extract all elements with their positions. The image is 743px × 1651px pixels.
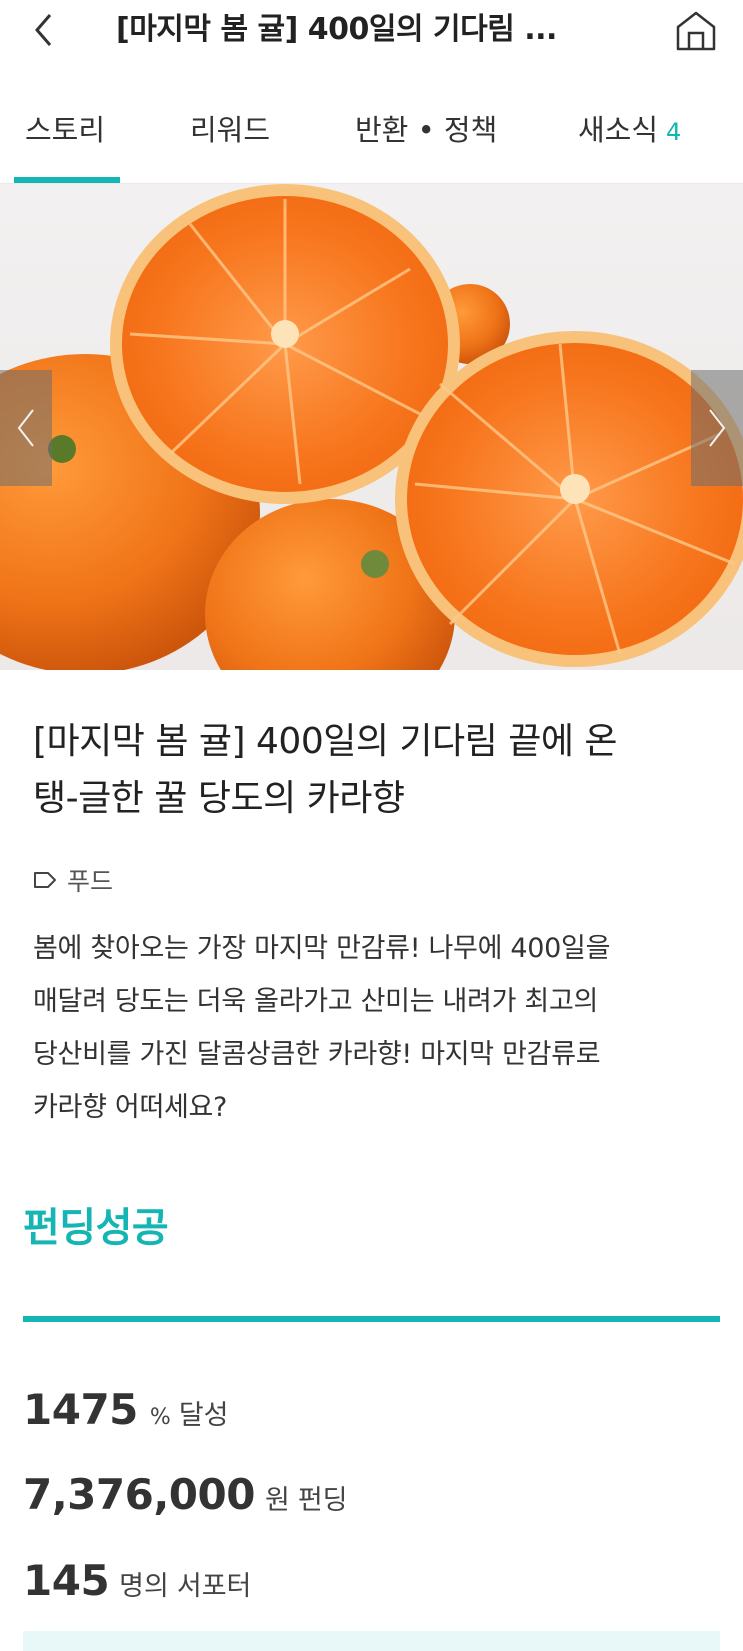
tab-label: 새소식 xyxy=(578,113,659,147)
oranges-photo xyxy=(0,184,743,670)
description-line: 당산비를 가진 달콤상큼한 카라향! 마지막 만감류로 xyxy=(33,1039,601,1070)
project-title-line: 탱-글한 꿀 당도의 카라향 xyxy=(33,778,405,819)
chevron-left-icon xyxy=(17,409,34,447)
supporters-suffix: 서포터 xyxy=(176,1571,252,1602)
back-button[interactable] xyxy=(22,8,66,52)
description-line: 카라향 어떠세요? xyxy=(33,1092,228,1123)
funding-progress-fill xyxy=(23,1316,720,1322)
tab-story[interactable]: 스토리 xyxy=(25,110,105,150)
category-label: 푸드 xyxy=(67,867,114,896)
percent-suffix: 달성 xyxy=(178,1400,229,1431)
chevron-left-icon xyxy=(35,14,52,46)
amount-unit: 원 xyxy=(264,1485,290,1516)
funding-progress-bar xyxy=(23,1316,720,1322)
tab-label: 리워드 xyxy=(190,113,271,147)
category-tag[interactable]: 푸드 xyxy=(33,863,113,897)
bottom-info-panel xyxy=(23,1631,720,1651)
stat-achievement-percent: 1475 % 달성 xyxy=(23,1385,229,1434)
home-icon xyxy=(676,11,716,51)
percent-value: 1475 xyxy=(23,1385,138,1434)
home-button[interactable] xyxy=(671,6,721,56)
page-title: [마지막 봄 귤] 400일의 기다림 ... xyxy=(116,12,557,47)
tab-news[interactable]: 새소식 4 xyxy=(578,110,681,150)
amount-value: 7,376,000 xyxy=(23,1470,255,1519)
project-description: 봄에 찾아오는 가장 마지막 만감류! 나무에 400일을 매달려 당도는 더욱… xyxy=(33,922,723,1134)
supporters-unit: 명의 xyxy=(119,1571,169,1602)
description-line: 매달려 당도는 더욱 올라가고 산미는 내려가 최고의 xyxy=(33,986,599,1017)
chevron-right-icon xyxy=(709,409,726,447)
project-title: [마지막 봄 귤] 400일의 기다림 끝에 온 탱-글한 꿀 당도의 카라향 xyxy=(33,713,723,827)
top-app-bar: [마지막 봄 귤] 400일의 기다림 ... xyxy=(0,0,743,62)
tab-bar: 스토리 리워드 반환 • 정책 새소식 4 xyxy=(0,92,743,184)
hero-image-carousel[interactable] xyxy=(0,184,743,670)
tab-refund-policy[interactable]: 반환 • 정책 xyxy=(355,110,497,150)
description-line: 봄에 찾아오는 가장 마지막 만감류! 나무에 400일을 xyxy=(33,933,611,964)
carousel-next-button[interactable] xyxy=(691,370,743,486)
tab-label: 반환 • 정책 xyxy=(355,113,498,147)
amount-suffix: 펀딩 xyxy=(297,1485,348,1516)
funding-status-label: 펀딩성공 xyxy=(23,1205,169,1251)
supporters-value: 145 xyxy=(23,1556,110,1605)
tab-reward[interactable]: 리워드 xyxy=(190,110,270,150)
tab-label: 스토리 xyxy=(25,113,106,147)
tag-icon xyxy=(33,871,57,889)
stat-supporters: 145 명의 서포터 xyxy=(23,1556,251,1605)
news-count-badge: 4 xyxy=(666,118,682,146)
project-title-line: [마지막 봄 귤] 400일의 기다림 끝에 온 xyxy=(33,721,618,762)
active-tab-indicator xyxy=(14,177,120,183)
stat-funded-amount: 7,376,000 원 펀딩 xyxy=(23,1470,348,1519)
percent-unit: % xyxy=(149,1405,171,1430)
carousel-prev-button[interactable] xyxy=(0,370,52,486)
